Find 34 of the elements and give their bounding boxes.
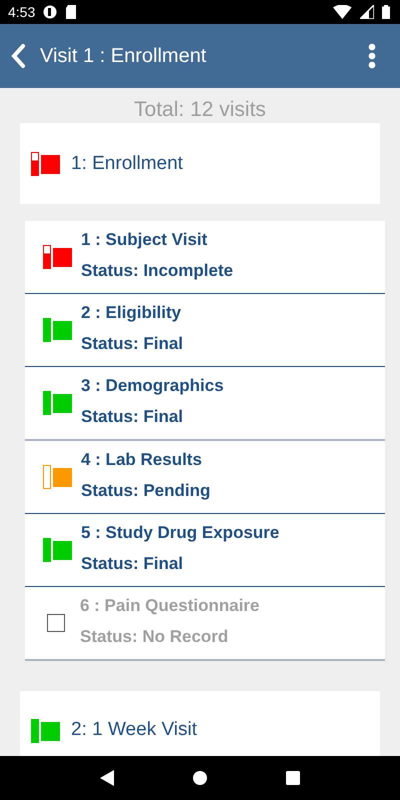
form-row[interactable]: 4 : Lab Results Status: Pending [25, 439, 385, 513]
clock: 4:53 [8, 4, 36, 20]
sd-card-icon [65, 5, 78, 19]
more-icon [368, 43, 376, 69]
form-title: 3 : Demographics [81, 376, 224, 396]
form-title: 5 : Study Drug Exposure [81, 522, 280, 542]
form-title: 1 : Subject Visit [81, 230, 208, 250]
form-row[interactable]: 2 : Eligibility Status: Final [25, 293, 385, 366]
visit-total: Total: 12 visits [133, 97, 267, 123]
form-status: Status: Final [81, 554, 184, 574]
visit-card[interactable]: 1: Enrollment [20, 123, 380, 204]
form-status: Status: Final [81, 334, 184, 354]
form-title: 6 : Pain Questionnaire [80, 596, 260, 616]
form-status: Status: Final [81, 406, 184, 426]
screen-title: Visit 1 : Enrollment [40, 44, 206, 68]
home-icon[interactable] [192, 771, 207, 785]
visit-card[interactable]: 2: 1 Week Visit [20, 691, 380, 756]
form-row[interactable]: 5 : Study Drug Exposure Status: Final [25, 513, 385, 586]
visit-label: 1: Enrollment [71, 152, 183, 174]
signal-icon [360, 5, 374, 19]
form-title: 2 : Eligibility [81, 302, 182, 322]
form-row[interactable]: 1 : Subject Visit Status: Incomplete [25, 221, 385, 293]
back-nav-icon[interactable] [100, 770, 114, 786]
back-icon [10, 43, 26, 69]
visit-label: 2: 1 Week Visit [71, 719, 198, 741]
battery-icon [382, 5, 390, 19]
recents-icon[interactable] [286, 771, 300, 785]
wifi-icon [333, 5, 352, 19]
form-status: Status: Pending [81, 480, 210, 500]
form-status: Status: No Record [80, 626, 230, 646]
form-status: Status: Incomplete [81, 260, 234, 280]
form-row[interactable]: 3 : Demographics Status: Final [25, 366, 385, 439]
notification-icon [43, 5, 58, 19]
form-title: 4 : Lab Results [81, 450, 203, 470]
